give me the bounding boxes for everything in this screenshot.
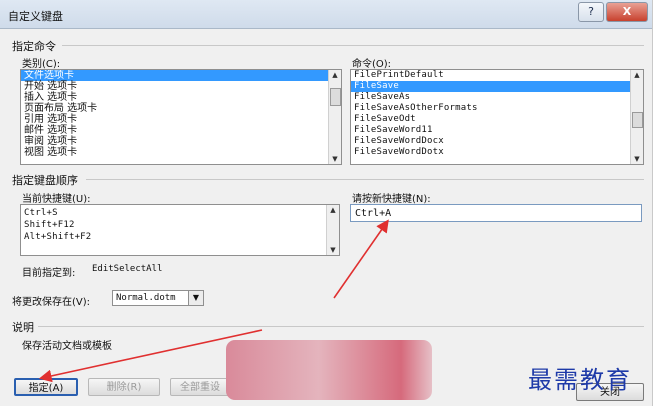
list-item[interactable]: FileSaveWordDotx xyxy=(351,147,643,158)
scroll-thumb[interactable] xyxy=(632,112,643,128)
assigned-to-value: EditSelectAll xyxy=(92,264,163,274)
title-bar: 自定义键盘 ? X xyxy=(0,0,652,29)
commands-list[interactable]: FilePrintDefault FileSave FileSaveAs Fil… xyxy=(350,69,644,165)
chevron-down-icon[interactable]: ▼ xyxy=(188,291,203,305)
list-item[interactable]: Ctrl+S xyxy=(21,207,339,219)
section-divider xyxy=(38,326,644,327)
list-item[interactable]: FileSave xyxy=(351,81,643,92)
scroll-down-icon[interactable]: ▼ xyxy=(631,154,643,164)
list-item[interactable]: FileSaveWordDocx xyxy=(351,136,643,147)
list-item[interactable]: FileSaveWord11 xyxy=(351,125,643,136)
scroll-down-icon[interactable]: ▼ xyxy=(329,154,341,164)
scroll-thumb[interactable] xyxy=(330,88,341,106)
list-item[interactable]: 文件选项卡 xyxy=(21,70,341,81)
list-item[interactable]: 引用 选项卡 xyxy=(21,114,341,125)
save-in-label: 将更改保存在(V): xyxy=(12,297,91,308)
new-key-label: 请按新快捷键(N): xyxy=(352,194,431,205)
key-sequence-section-label: 指定键盘顺序 xyxy=(12,174,78,187)
section-divider xyxy=(86,179,644,180)
list-item[interactable]: 开始 选项卡 xyxy=(21,81,341,92)
save-in-value: Normal.dotm xyxy=(116,293,176,303)
specify-command-section-label: 指定命令 xyxy=(12,40,56,53)
scroll-up-icon[interactable]: ▲ xyxy=(329,70,341,80)
remove-button[interactable]: 删除(R) xyxy=(88,378,160,396)
list-item[interactable]: FileSaveAs xyxy=(351,92,643,103)
close-window-button[interactable]: X xyxy=(606,2,648,22)
commands-scrollbar[interactable]: ▲ ▼ xyxy=(630,70,643,164)
scroll-down-icon[interactable]: ▼ xyxy=(327,245,339,255)
reset-all-button[interactable]: 全部重设 xyxy=(170,378,230,396)
list-item[interactable]: 插入 选项卡 xyxy=(21,92,341,103)
description-section-label: 说明 xyxy=(12,321,34,334)
list-item[interactable]: 邮件 选项卡 xyxy=(21,125,341,136)
categories-list[interactable]: 文件选项卡 开始 选项卡 插入 选项卡 页面布局 选项卡 引用 选项卡 邮件 选… xyxy=(20,69,342,165)
current-keys-label: 当前快捷键(U): xyxy=(22,194,91,205)
save-in-select[interactable]: Normal.dotm ▼ xyxy=(112,290,204,306)
list-item[interactable]: FileSaveOdt xyxy=(351,114,643,125)
list-item[interactable]: FilePrintDefault xyxy=(351,70,643,81)
commands-label: 命令(O): xyxy=(352,59,392,70)
list-item[interactable]: Alt+Shift+F2 xyxy=(21,231,339,243)
section-divider xyxy=(62,45,644,46)
current-keys-scrollbar[interactable]: ▲ ▼ xyxy=(326,205,339,255)
categories-label: 类别(C): xyxy=(22,59,61,70)
list-item[interactable]: Shift+F12 xyxy=(21,219,339,231)
assigned-to-label: 目前指定到: xyxy=(22,268,76,279)
categories-scrollbar[interactable]: ▲ ▼ xyxy=(328,70,341,164)
current-keys-list[interactable]: Ctrl+S Shift+F12 Alt+Shift+F2 ▲ ▼ xyxy=(20,204,340,256)
description-text: 保存活动文档或模板 xyxy=(22,341,112,352)
list-item[interactable]: FileSaveAsOtherFormats xyxy=(351,103,643,114)
redacted-area xyxy=(226,340,432,400)
help-button[interactable]: ? xyxy=(578,2,604,22)
assign-button[interactable]: 指定(A) xyxy=(14,378,78,396)
list-item[interactable]: 视图 选项卡 xyxy=(21,147,341,158)
watermark-logo: 最需教育 xyxy=(528,366,632,394)
new-key-input[interactable]: Ctrl+A xyxy=(350,204,642,222)
list-item[interactable]: 页面布局 选项卡 xyxy=(21,103,341,114)
customize-keyboard-dialog: 自定义键盘 ? X 指定命令 类别(C): 文件选项卡 开始 选项卡 插入 选项… xyxy=(0,0,653,406)
list-item[interactable]: 审阅 选项卡 xyxy=(21,136,341,147)
dialog-title: 自定义键盘 xyxy=(8,10,63,23)
scroll-up-icon[interactable]: ▲ xyxy=(327,205,339,215)
scroll-up-icon[interactable]: ▲ xyxy=(631,70,643,80)
